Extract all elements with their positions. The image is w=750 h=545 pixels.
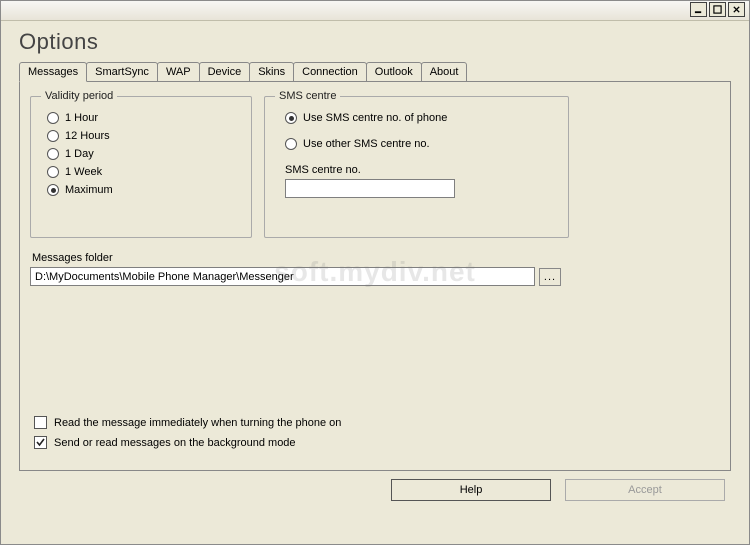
- minimize-icon: [694, 5, 703, 14]
- radio-icon: [47, 148, 59, 160]
- radio-label: 1 Week: [65, 166, 102, 178]
- accept-button: Accept: [565, 479, 725, 501]
- radio-label: 12 Hours: [65, 130, 110, 142]
- maximize-button[interactable]: [709, 2, 726, 17]
- checkbox-icon: [34, 416, 47, 429]
- checkbox-0[interactable]: Read the message immediately when turnin…: [34, 416, 341, 429]
- messages-folder-label: Messages folder: [32, 252, 720, 264]
- radio-icon: [285, 112, 297, 124]
- sms-centre-option-1[interactable]: Use other SMS centre no.: [285, 138, 558, 150]
- sms-centre-number-input[interactable]: [285, 179, 455, 198]
- messages-folder-input[interactable]: [30, 267, 535, 286]
- tab-device[interactable]: Device: [199, 62, 251, 82]
- tab-skins[interactable]: Skins: [249, 62, 294, 82]
- tab-connection[interactable]: Connection: [293, 62, 367, 82]
- tab-wap[interactable]: WAP: [157, 62, 200, 82]
- radio-label: Maximum: [65, 184, 113, 196]
- tab-panel-messages: Validity period 1 Hour 12 Hours 1 Day 1 Wee…: [19, 81, 731, 471]
- radio-icon: [47, 184, 59, 196]
- tab-messages[interactable]: Messages: [19, 62, 87, 82]
- browse-button[interactable]: ...: [539, 268, 561, 286]
- radio-label: 1 Day: [65, 148, 94, 160]
- tab-outlook[interactable]: Outlook: [366, 62, 422, 82]
- close-icon: [732, 5, 741, 14]
- radio-icon: [285, 138, 297, 150]
- radio-icon: [47, 130, 59, 142]
- validity-option-12-hours[interactable]: 12 Hours: [47, 130, 241, 142]
- sms-centre-option-0[interactable]: Use SMS centre no. of phone: [285, 112, 558, 124]
- validity-option-1-week[interactable]: 1 Week: [47, 166, 241, 178]
- radio-label: Use other SMS centre no.: [303, 138, 430, 150]
- sms-centre-number-label: SMS centre no.: [285, 164, 558, 176]
- options-window: Options MessagesSmartSyncWAPDeviceSkinsC…: [0, 0, 750, 545]
- validity-option-1-hour[interactable]: 1 Hour: [47, 112, 241, 124]
- minimize-button[interactable]: [690, 2, 707, 17]
- titlebar: [1, 1, 749, 21]
- validity-legend: Validity period: [41, 90, 117, 102]
- radio-label: 1 Hour: [65, 112, 98, 124]
- validity-option-maximum[interactable]: Maximum: [47, 184, 241, 196]
- maximize-icon: [713, 5, 722, 14]
- radio-icon: [47, 112, 59, 124]
- radio-label: Use SMS centre no. of phone: [303, 112, 447, 124]
- sms-centre-legend: SMS centre: [275, 90, 340, 102]
- tab-smartsync[interactable]: SmartSync: [86, 62, 158, 82]
- tab-about[interactable]: About: [421, 62, 468, 82]
- sms-centre-group: SMS centre Use SMS centre no. of phone Us…: [264, 90, 569, 238]
- checkbox-1[interactable]: Send or read messages on the background …: [34, 436, 341, 449]
- radio-icon: [47, 166, 59, 178]
- tab-row: MessagesSmartSyncWAPDeviceSkinsConnectio…: [19, 62, 731, 82]
- validity-option-1-day[interactable]: 1 Day: [47, 148, 241, 160]
- checkbox-label: Send or read messages on the background …: [54, 437, 296, 449]
- close-button[interactable]: [728, 2, 745, 17]
- checkbox-label: Read the message immediately when turnin…: [54, 417, 341, 429]
- checkbox-icon: [34, 436, 47, 449]
- page-title: Options: [19, 29, 731, 55]
- validity-period-group: Validity period 1 Hour 12 Hours 1 Day 1 Wee…: [30, 90, 252, 238]
- help-button[interactable]: Help: [391, 479, 551, 501]
